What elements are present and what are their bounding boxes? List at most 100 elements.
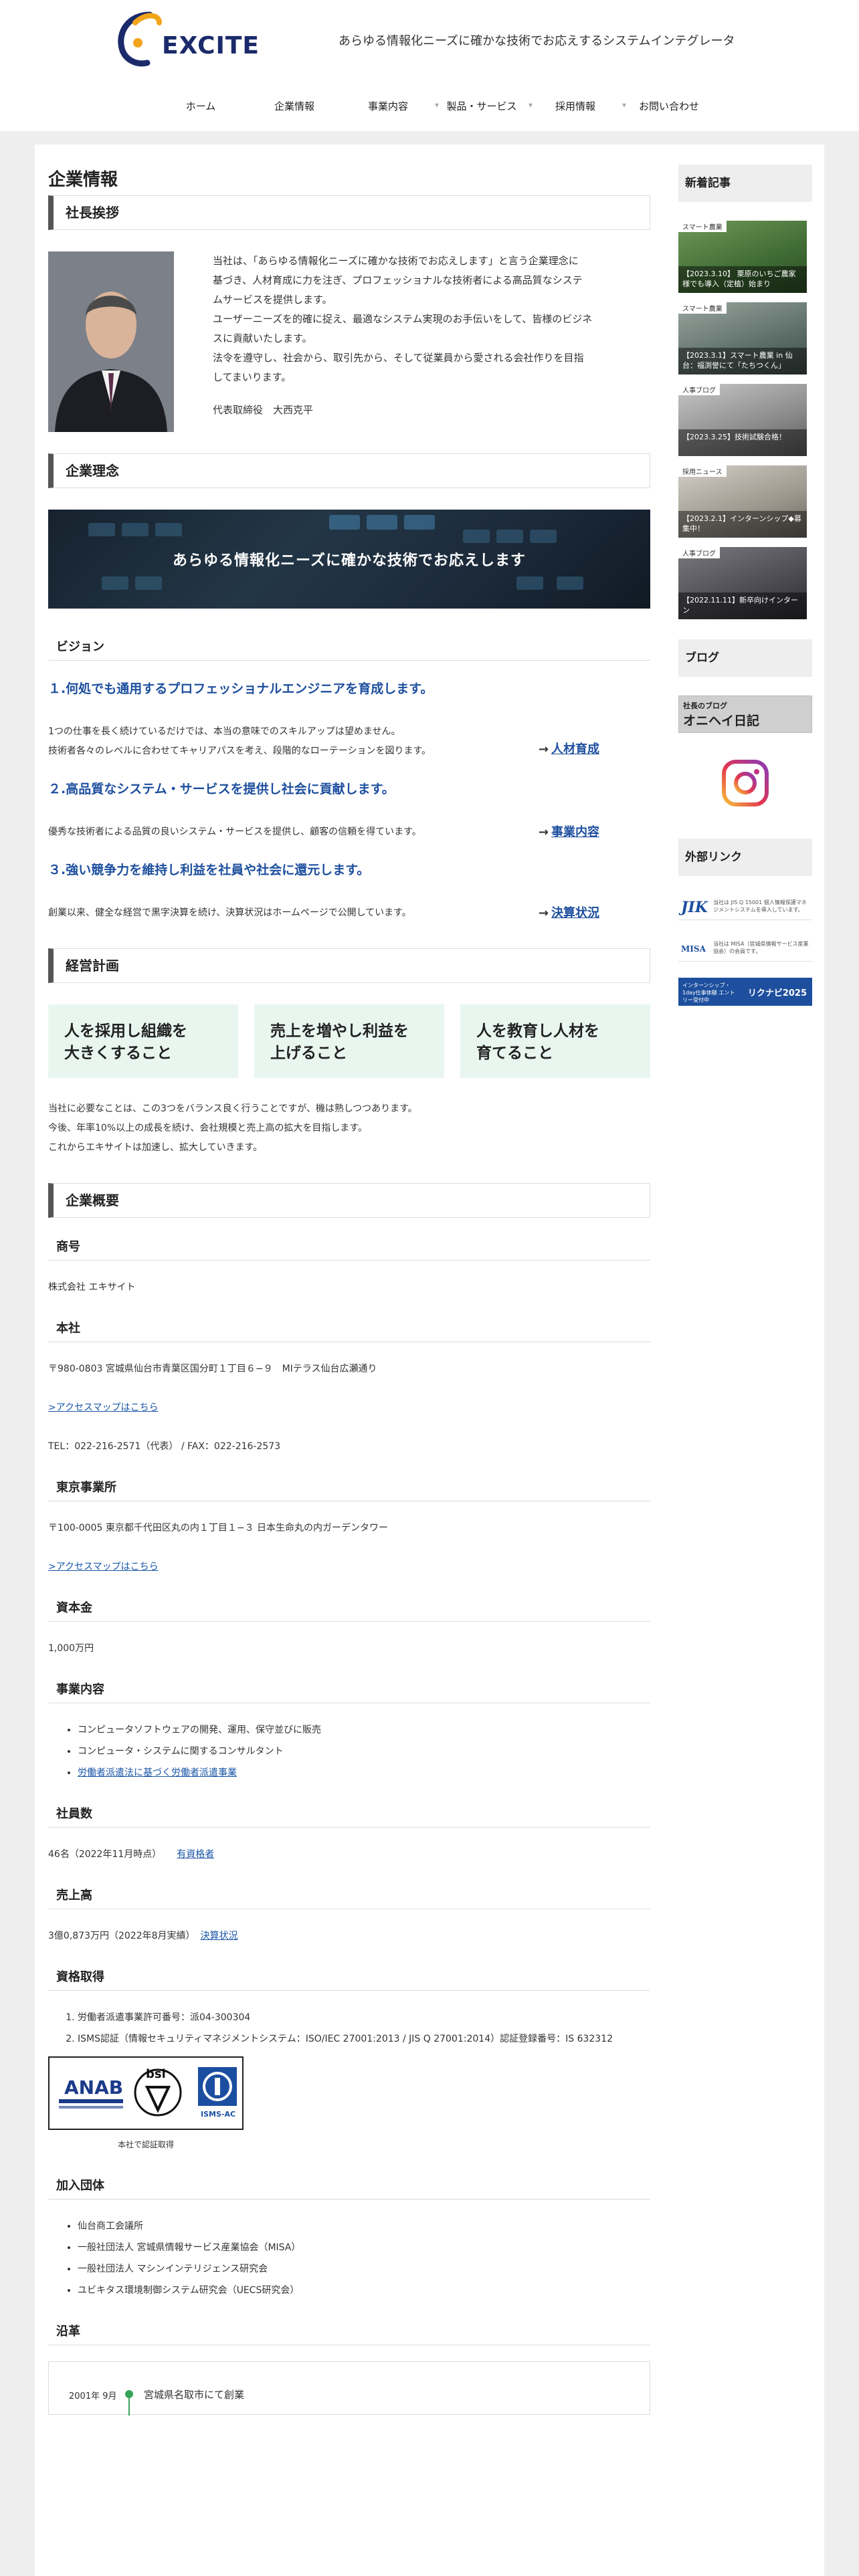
greeting-line: 法令を遵守し、社会から、取引先から、そして従業員から愛される会社作りを目指 [213, 352, 584, 364]
nav-business[interactable]: 事業内容 ▾ [341, 99, 439, 113]
president-blog-banner[interactable]: 社長のブログ オニヘイ日記 [678, 695, 812, 733]
head-office-map-link[interactable]: >アクセスマップはこちら [48, 1402, 159, 1413]
philosophy-heading: 企業理念 [48, 453, 650, 488]
vision-link-2: → 事業内容 [539, 823, 599, 842]
memberships-label: 加入団体 [48, 2173, 650, 2199]
business-value: コンピュータソフトウェアの開発、運用、保守並びに販売 コンピュータ・システムに関… [48, 1703, 650, 1784]
timeline-dot-icon [125, 2390, 133, 2398]
vision-body-2: 優秀な技術者による品質の良いシステム・サービスを提供し、顧客の信頼を得ています。… [48, 823, 650, 842]
plan-line: 当社に必要なことは、この3つをバランス良く行うことですが、機は熟しつつあります。 [48, 1103, 417, 1114]
rikunabi-banner[interactable]: インターンシップ・1day仕事体験 エントリー受付中 リクナビ2025 [678, 978, 812, 1006]
certification-logos: ANAB bsi ISMS-AC [48, 2056, 244, 2130]
nav-home[interactable]: ホーム [154, 99, 248, 113]
nav-label: 製品・サービス [446, 100, 517, 112]
nav-label: お問い合わせ [638, 100, 699, 112]
memberships-value: 仙台商工会議所 一般社団法人 宮城県情報サービス産業協会（MISA） 一般社団法… [48, 2199, 650, 2301]
head-office-tel: TEL：022-216-2571（代表） / FAX：022-216-2573 [48, 1441, 281, 1452]
news-item[interactable]: 人事ブログ 【2022.11.11】新卒向けインターン [678, 547, 807, 619]
news-item[interactable]: 人事ブログ 【2023.3.25】技術試験合格！ [678, 384, 807, 456]
financial-results-link[interactable]: 決算状況 [201, 1931, 238, 1941]
qualified-staff-link[interactable]: 有資格者 [177, 1849, 214, 1860]
qualifications-label: 資格取得 [48, 1964, 650, 1991]
sales-value: 3億0,873万円（2022年8月実績） 決算状況 [48, 1909, 650, 1947]
plan-box-sales: 売上を増やし利益を 上げること [254, 1004, 444, 1078]
employees-label: 社員数 [48, 1801, 650, 1828]
nav-label: 事業内容 [367, 100, 408, 112]
logo-text: EXCITE [162, 32, 260, 60]
trade-name-text: 株式会社 エキサイト [48, 1282, 136, 1293]
tokyo-office-map-link[interactable]: >アクセスマップはこちら [48, 1562, 159, 1572]
dispatch-business-link[interactable]: 労働者派遣法に基づく労働者派遣事業 [78, 1767, 237, 1778]
news-item[interactable]: スマート農業 【2023.3.10】 栗原のいちご農家様でも導入（定植）始まり [678, 221, 807, 293]
head-office-label: 本社 [48, 1315, 650, 1342]
misa-text: 当社は MISA（宮城県情報サービス産業協会）の会員です。 [713, 941, 809, 954]
tokyo-office-label: 東京事業所 [48, 1475, 650, 1501]
vision-text: 1つの仕事を長く続けているだけでは、本当の意味でのスキルアップは望めません。 [48, 726, 401, 737]
sales-label: 売上高 [48, 1883, 650, 1909]
greeting-line: 当社は、「あらゆる情報化ニーズに確かな技術でお応えします」と言う企業理念に [213, 255, 579, 267]
arrow-right-icon: → [538, 825, 549, 839]
tokyo-office-value: 〒100-0005 東京都千代田区丸の内１丁目１−３ 日本生命丸の内ガーデンタワ… [48, 1501, 650, 1578]
list-item: 仙台商工会議所 [78, 2216, 650, 2237]
link-financial-results[interactable]: 決算状況 [551, 906, 599, 920]
news-heading: 新着記事 [678, 165, 812, 202]
news-caption: 【2022.11.11】新卒向けインターン [678, 593, 807, 619]
anab-logo-text: ANAB [64, 2076, 123, 2099]
history-year: 2001年 9月 [69, 2391, 117, 2401]
global-nav: ホーム 企業情報 事業内容 ▾ 製品・サービス ▾ 採用情報 ▾ お問い合わせ [154, 99, 716, 113]
trade-name-label: 商号 [48, 1234, 650, 1261]
vision-title-1: １.何処でも通用するプロフェッショナルエンジニアを育成します。 [48, 681, 434, 696]
vision-link-1: → 人材育成 [539, 740, 599, 759]
philosophy-banner-text: あらゆる情報化ニーズに確かな技術でお応えします [173, 552, 526, 569]
nav-recruit[interactable]: 採用情報 ▾ [529, 99, 626, 113]
isms-logo-text: ISMS-AC [201, 2110, 235, 2119]
news-tag: 採用ニュース [678, 465, 727, 477]
bsi-logo-text: bsi [146, 2067, 166, 2081]
history-event: 宮城県名取市にて創業 [144, 2389, 245, 2401]
plan-box-educate: 人を教育し人材を 育てること [460, 1004, 650, 1078]
qualifications-value: 労働者派遣事業許可番号：派04-300304 ISMS認証（情報セキュリティマネ… [48, 1991, 650, 2155]
qualifications-list: 労働者派遣事業許可番号：派04-300304 ISMS認証（情報セキュリティマネ… [48, 2007, 650, 2050]
nav-company[interactable]: 企業情報 [248, 99, 341, 113]
instagram-icon[interactable] [722, 760, 769, 807]
greeting-section: 当社は、「あらゆる情報化ニーズに確かな技術でお応えします」と言う企業理念に 基づ… [48, 251, 650, 432]
news-item[interactable]: スマート農業 【2023.3.1】スマート農業 in 仙台：福渕誉にて「たちつく… [678, 302, 807, 374]
blog-banner-small: 社長のブログ [683, 702, 727, 710]
vision-link-3: → 決算状況 [539, 903, 599, 923]
greeting-heading: 社長挨拶 [48, 195, 650, 230]
timeline-line [128, 2398, 130, 2416]
plan-box-text: 売上を増やし利益を [270, 1023, 409, 1040]
jik-logo: JIK [681, 899, 708, 916]
excite-logo[interactable]: EXCITE [115, 9, 259, 70]
capital-text: 1,000万円 [48, 1643, 94, 1654]
vision-body-3: 創業以来、健全な経営で黒字決算を続け、決算状況はホームページで公開しています。 … [48, 903, 650, 923]
history-label: 沿革 [48, 2319, 650, 2345]
nav-contact[interactable]: お問い合わせ [622, 99, 716, 113]
plan-box-hire: 人を採用し組織を 大きくすること [48, 1004, 238, 1078]
news-tag: スマート農業 [678, 221, 727, 232]
plan-text: 当社に必要なことは、この3つをバランス良く行うことですが、機は熟しつつあります。… [48, 1099, 650, 1158]
misa-link[interactable]: MISA 当社は MISA（宮城県情報サービス産業協会）の会員です。 [678, 936, 812, 962]
nav-products[interactable]: 製品・サービス ▾ [435, 99, 533, 113]
news-caption: 【2023.2.1】インターンシップ◆募集中！ [678, 511, 807, 538]
greeting-line: ユーザーニーズを的確に捉え、最適なシステム実現のお手伝いをして、皆様のビジネ [213, 313, 593, 325]
jik-link[interactable]: JIK 当社は JIS Q 15001 個人情報保護マネジメントシステムを導入し… [678, 895, 812, 920]
list-item: 労働者派遣法に基づく労働者派遣事業 [78, 1762, 650, 1784]
plan-line: これからエキサイトは加速し、拡大していきます。 [48, 1142, 263, 1153]
vision-title-2: ２.高品質なシステム・サービスを提供し社会に貢献します。 [48, 782, 395, 796]
greeting-line: スに貢献いたします。 [213, 332, 312, 344]
rikunabi-title: リクナビ2025 [747, 988, 807, 998]
plan-line: 今後、年率10%以上の成長を続け、会社規模と売上高の拡大を目指します。 [48, 1123, 368, 1134]
vision-title-3: ３.強い競争力を維持し利益を社員や社会に還元します。 [48, 863, 370, 877]
link-talent-development[interactable]: 人材育成 [551, 742, 599, 756]
vision-heading: ビジョン [48, 634, 650, 661]
external-links-heading: 外部リンク [678, 839, 812, 876]
overview-heading: 企業概要 [48, 1183, 650, 1218]
greeting-line: してまいります。 [213, 371, 292, 383]
news-tag: 人事ブログ [678, 547, 720, 558]
nav-label: 採用情報 [555, 100, 595, 112]
sidebar: 新着記事 スマート農業 【2023.3.10】 栗原のいちご農家様でも導入（定植… [678, 165, 812, 1006]
jik-text: 当社は JIS Q 15001 個人情報保護マネジメントシステムを導入しています… [713, 899, 807, 913]
link-business[interactable]: 事業内容 [551, 825, 599, 839]
news-item[interactable]: 採用ニュース 【2023.2.1】インターンシップ◆募集中！ [678, 465, 807, 538]
